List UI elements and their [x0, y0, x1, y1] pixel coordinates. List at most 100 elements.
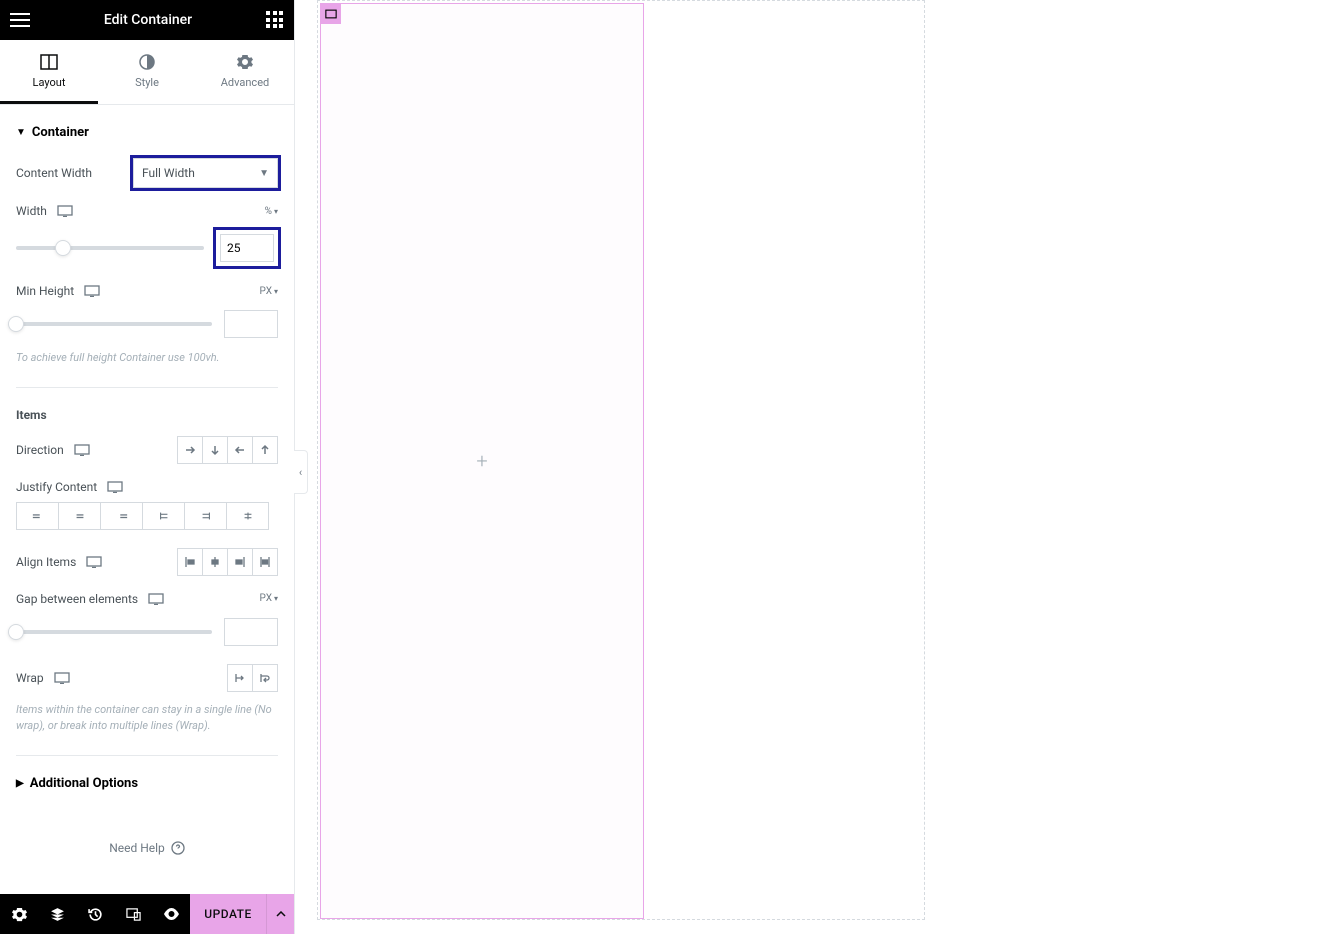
chevron-up-icon — [276, 911, 286, 917]
slider-gap-row — [16, 614, 278, 656]
justify-around[interactable] — [184, 502, 227, 530]
collapse-panel-button[interactable]: ‹ — [294, 450, 308, 494]
align-start[interactable] — [177, 548, 203, 576]
control-content-width: Content Width Full Width ▼ — [16, 150, 278, 196]
wrap-wrap[interactable] — [252, 664, 278, 692]
input-gap[interactable] — [224, 618, 278, 646]
desktop-icon[interactable] — [84, 285, 100, 297]
need-help-link[interactable]: Need Help — [16, 801, 278, 895]
justify-evenly[interactable] — [226, 502, 269, 530]
navigator-icon[interactable] — [38, 894, 76, 934]
container-icon — [325, 9, 337, 19]
slider-width-row — [16, 226, 278, 276]
control-direction: Direction — [16, 428, 278, 472]
control-justify-content: Justify Content — [16, 472, 278, 502]
direction-row-reverse[interactable] — [227, 436, 253, 464]
control-gap: Gap between elements PX ▾ — [16, 584, 278, 614]
label-direction: Direction — [16, 443, 64, 457]
history-icon[interactable] — [76, 894, 114, 934]
caret-down-icon: ▼ — [16, 127, 26, 138]
justify-evenly-icon — [242, 510, 254, 522]
subheading-items: Items — [16, 396, 278, 428]
caret-right-icon: ▶ — [16, 778, 24, 789]
divider — [16, 387, 278, 388]
nowrap-icon — [234, 672, 246, 684]
section-container-toggle[interactable]: ▼ Container — [16, 105, 278, 150]
justify-start-icon — [32, 510, 44, 522]
wrap-buttons — [227, 664, 278, 692]
label-width: Width — [16, 204, 47, 218]
justify-start[interactable] — [16, 502, 59, 530]
wrap-icon — [259, 672, 271, 684]
control-width: Width % ▾ — [16, 196, 278, 226]
arrow-left-icon — [234, 444, 246, 456]
editor-panel: Edit Container Layout Style Advanced ▼ C… — [0, 0, 295, 934]
direction-row[interactable] — [177, 436, 203, 464]
align-stretch[interactable] — [252, 548, 278, 576]
arrow-right-icon — [184, 444, 196, 456]
justify-center-icon — [74, 510, 86, 522]
align-buttons — [177, 548, 278, 576]
desktop-icon[interactable] — [86, 556, 102, 568]
desktop-icon[interactable] — [57, 205, 73, 217]
responsive-icon[interactable] — [114, 894, 152, 934]
section-placeholder[interactable]: + — [317, 0, 925, 920]
menu-icon[interactable] — [10, 13, 30, 27]
justify-end-icon — [116, 510, 128, 522]
control-align-items: Align Items — [16, 540, 278, 584]
align-center[interactable] — [202, 548, 228, 576]
settings-icon[interactable] — [0, 894, 38, 934]
panel-header: Edit Container — [0, 0, 294, 40]
desktop-icon[interactable] — [74, 444, 90, 456]
justify-between[interactable] — [142, 502, 185, 530]
align-end-icon — [234, 556, 246, 568]
canvas[interactable]: + — [295, 0, 1327, 934]
wrap-nowrap[interactable] — [227, 664, 253, 692]
arrow-up-icon — [259, 444, 271, 456]
update-button[interactable]: UPDATE — [190, 894, 266, 934]
align-end[interactable] — [227, 548, 253, 576]
desktop-icon[interactable] — [107, 481, 123, 493]
slider-min-height[interactable] — [16, 314, 212, 334]
justify-center[interactable] — [58, 502, 101, 530]
unit-toggle-min-height[interactable]: PX ▾ — [260, 286, 278, 297]
align-start-icon — [184, 556, 196, 568]
preview-icon[interactable] — [152, 894, 190, 934]
tabs: Layout Style Advanced — [0, 40, 294, 105]
label-align: Align Items — [16, 555, 76, 569]
section-additional-toggle[interactable]: ▶ Additional Options — [16, 764, 278, 801]
widgets-grid-icon[interactable] — [266, 11, 284, 29]
container-handle[interactable] — [321, 4, 341, 24]
unit-toggle-width[interactable]: % ▾ — [265, 206, 278, 217]
add-widget-button[interactable]: + — [472, 451, 492, 471]
update-options[interactable] — [266, 894, 294, 934]
desktop-icon[interactable] — [148, 593, 164, 605]
control-wrap: Wrap — [16, 656, 278, 700]
tab-advanced[interactable]: Advanced — [196, 40, 294, 104]
tab-style[interactable]: Style — [98, 40, 196, 104]
tab-layout[interactable]: Layout — [0, 40, 98, 104]
justify-buttons — [16, 502, 278, 530]
chevron-down-icon: ▾ — [274, 207, 278, 216]
hint-wrap: Items within the container can stay in a… — [16, 700, 278, 747]
panel-title: Edit Container — [104, 12, 192, 28]
label-gap: Gap between elements — [16, 592, 138, 606]
input-width[interactable] — [220, 234, 274, 262]
justify-end[interactable] — [100, 502, 143, 530]
slider-width[interactable] — [16, 238, 204, 258]
container-element[interactable]: + — [320, 3, 644, 919]
slider-gap[interactable] — [16, 622, 212, 642]
style-icon — [139, 54, 155, 70]
direction-buttons — [177, 436, 278, 464]
unit-toggle-gap[interactable]: PX ▾ — [260, 593, 278, 604]
justify-around-icon — [200, 510, 212, 522]
chevron-down-icon: ▼ — [259, 168, 269, 179]
direction-column-reverse[interactable] — [252, 436, 278, 464]
panel-footer: UPDATE — [0, 894, 294, 934]
input-min-height[interactable] — [224, 310, 278, 338]
label-justify: Justify Content — [16, 480, 97, 494]
desktop-icon[interactable] — [54, 672, 70, 684]
label-min-height: Min Height — [16, 284, 74, 298]
select-content-width[interactable]: Full Width ▼ — [133, 158, 278, 188]
direction-column[interactable] — [202, 436, 228, 464]
